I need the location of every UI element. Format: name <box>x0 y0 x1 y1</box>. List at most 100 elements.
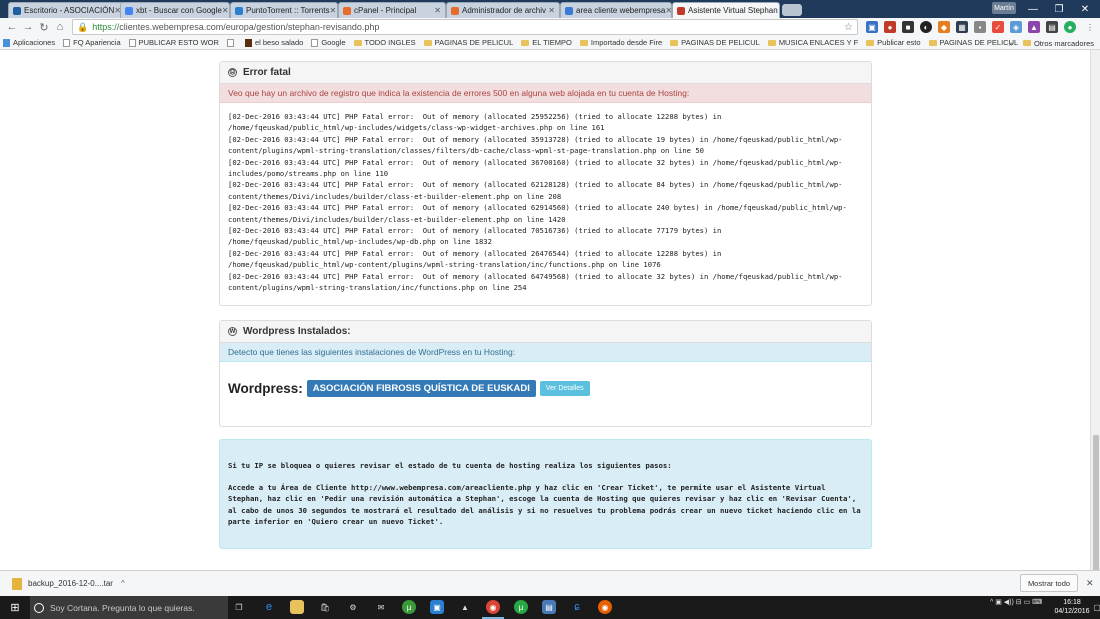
home-icon[interactable]: ⌂ <box>52 21 68 33</box>
tab-cpanel[interactable]: cPanel - Principal ✕ <box>338 2 446 18</box>
close-icon[interactable]: ✕ <box>1086 578 1094 589</box>
folder-icon <box>928 39 937 46</box>
extension-grid-icon[interactable]: ▦ <box>956 21 968 33</box>
folder-icon <box>521 39 530 46</box>
forward-icon[interactable]: → <box>20 21 36 33</box>
tab-puntotorrent[interactable]: PuntoTorrent :: Torrents ✕ <box>230 2 338 18</box>
bookmark-folder[interactable]: Publicar esto <box>866 38 921 47</box>
edge-icon[interactable]: e <box>262 600 276 614</box>
evernote-icon[interactable]: ● <box>1064 21 1076 33</box>
panel-title: Wordpress Instalados: <box>243 326 351 337</box>
download-item[interactable]: backup_2016-12-0....tar ^ <box>12 577 125 590</box>
bookmark-star-icon[interactable]: ☆ <box>844 22 853 33</box>
tab-administrador[interactable]: Administrador de archiv ✕ <box>446 2 560 18</box>
tab-area-cliente[interactable]: area cliente webempresa ✕ <box>560 2 672 18</box>
windows-start-icon[interactable]: ⊞ <box>0 596 30 619</box>
folder-icon <box>670 39 679 46</box>
info-paragraph: Accede a tu Área de Cliente http://www.w… <box>228 483 861 526</box>
notifications-icon[interactable]: ▢ <box>1090 600 1100 614</box>
folder-icon <box>767 39 776 46</box>
cortana-icon <box>34 602 44 613</box>
bookmark-folder[interactable]: Importado desde Fire <box>579 38 662 47</box>
new-tab-button[interactable] <box>782 4 802 16</box>
program-icon[interactable]: ▤ <box>542 600 556 614</box>
extension-blue-icon[interactable]: ◈ <box>1010 21 1022 33</box>
reload-icon[interactable]: ↻ <box>36 21 52 34</box>
page-icon <box>128 38 136 47</box>
tab-favicon-icon <box>343 6 351 15</box>
tab-favicon-icon <box>125 6 133 15</box>
tab-favicon-icon <box>235 6 243 15</box>
scrollbar-thumb[interactable] <box>1093 435 1099 575</box>
extension-grey-icon[interactable]: ▪ <box>974 21 986 33</box>
tab-asistente-virtual[interactable]: Asistente Virtual Stephan ✕ <box>672 2 780 18</box>
close-icon[interactable]: ✕ <box>778 6 779 15</box>
folder-icon <box>866 39 875 46</box>
extension-circle-icon[interactable]: ◐ <box>920 21 932 33</box>
extension-red-icon[interactable]: ✓ <box>992 21 1004 33</box>
sad-face-icon: ☹ <box>228 68 237 77</box>
menu-icon[interactable]: ⋮ <box>1084 21 1096 33</box>
close-icon[interactable]: ✕ <box>434 6 441 15</box>
inkscape-icon[interactable]: ▲ <box>458 600 472 614</box>
chrome-icon[interactable]: ◉ <box>486 600 500 614</box>
extension-purple-icon[interactable]: ▲ <box>1028 21 1040 33</box>
bookmarks-more-button[interactable]: » <box>1009 39 1013 48</box>
wordpress-label: Wordpress: <box>228 380 303 396</box>
close-icon[interactable]: ✕ <box>222 6 229 15</box>
app-icon[interactable]: ▣ <box>430 600 444 614</box>
profile-button[interactable]: Martín <box>992 2 1016 14</box>
tab-escritorio[interactable]: Escritorio - ASOCIACIÓN ✕ <box>8 2 126 18</box>
window-close-icon[interactable]: ✕ <box>1070 0 1100 18</box>
back-icon[interactable]: ← <box>4 21 20 33</box>
close-icon[interactable]: ✕ <box>665 6 671 15</box>
clock[interactable]: 16:18 04/12/2016 <box>1052 598 1092 616</box>
url-protocol: https:// <box>92 22 120 32</box>
vertical-scrollbar[interactable] <box>1090 50 1100 575</box>
show-all-downloads-button[interactable]: Mostrar todo <box>1020 574 1078 592</box>
error-alert: Veo que hay un archivo de registro que i… <box>220 84 871 103</box>
extension-orange-icon[interactable]: ◆ <box>938 21 950 33</box>
utorrent-green-icon[interactable]: µ <box>514 600 528 614</box>
file-explorer-icon[interactable] <box>290 600 304 614</box>
details-button[interactable]: Ver Detalles <box>539 380 590 396</box>
close-icon[interactable]: ✕ <box>329 6 336 15</box>
extension-dark-icon[interactable]: ■ <box>902 21 914 33</box>
other-bookmarks-folder[interactable]: Otros marcadores <box>1022 39 1094 48</box>
cortana-search-box[interactable]: Soy Cortana. Pregunta lo que quieras. <box>30 596 228 619</box>
extension-icon[interactable]: ▣ <box>866 21 878 33</box>
tab-label: Escritorio - ASOCIACIÓN <box>24 6 115 15</box>
mail-icon[interactable]: ✉ <box>374 600 388 614</box>
address-bar[interactable]: 🔒 https:// clientes.webempresa.com/europ… <box>72 19 858 35</box>
adblock-icon[interactable]: ● <box>884 21 896 33</box>
bookmark-folder[interactable]: PAGINAS DE PELICUL <box>928 38 1018 47</box>
bookmark-item[interactable]: FQ Apariencia <box>63 38 121 47</box>
extension-menu-icon[interactable]: ▤ <box>1046 21 1058 33</box>
cortana-placeholder: Soy Cortana. Pregunta lo que quieras. <box>50 602 195 613</box>
utorrent-icon[interactable]: µ <box>402 600 416 614</box>
site-name-badge: ASOCIACIÓN FIBROSIS QUÍSTICA DE EUSKADI <box>306 379 536 397</box>
bookmark-folder[interactable]: PAGINAS DE PELICUL <box>670 38 760 47</box>
settings-gear-icon[interactable]: ⚙ <box>346 600 360 614</box>
tab-google[interactable]: xbt - Buscar con Google ✕ <box>120 2 230 18</box>
bookmark-item[interactable] <box>226 38 237 47</box>
bookmark-item[interactable]: PUBLICAR ESTO WOR <box>128 38 219 47</box>
bookmark-folder[interactable]: EL TIEMPO <box>521 38 572 47</box>
bookmark-apps[interactable]: Aplicaciones <box>3 38 55 47</box>
task-view-icon[interactable]: ❐ <box>232 600 246 614</box>
firefox-icon[interactable]: ◉ <box>598 600 612 614</box>
bookmark-folder[interactable]: MUSICA ENLACES Y F <box>767 38 858 47</box>
bookmark-folder[interactable]: TODO INGLES <box>353 38 416 47</box>
chevron-up-icon[interactable]: ^ <box>121 579 125 588</box>
bookmark-item[interactable]: el beso salado <box>244 38 303 47</box>
bookmarks-overflow: » Otros marcadores <box>1009 36 1094 49</box>
store-icon[interactable]: 🛍 <box>318 600 332 614</box>
bookmark-item[interactable]: Google <box>311 38 346 47</box>
tab-label: Asistente Virtual Stephan <box>688 6 778 15</box>
lock-icon: 🔒 <box>77 21 89 32</box>
edge-alt-icon[interactable]: ɕ <box>570 600 584 614</box>
folder-icon <box>423 39 432 46</box>
system-tray[interactable]: ^ ▣ ◀)) ⊟ ▭ ⌨ <box>990 598 1042 606</box>
close-icon[interactable]: ✕ <box>548 6 555 15</box>
bookmark-folder[interactable]: PAGINAS DE PELICUL <box>423 38 513 47</box>
